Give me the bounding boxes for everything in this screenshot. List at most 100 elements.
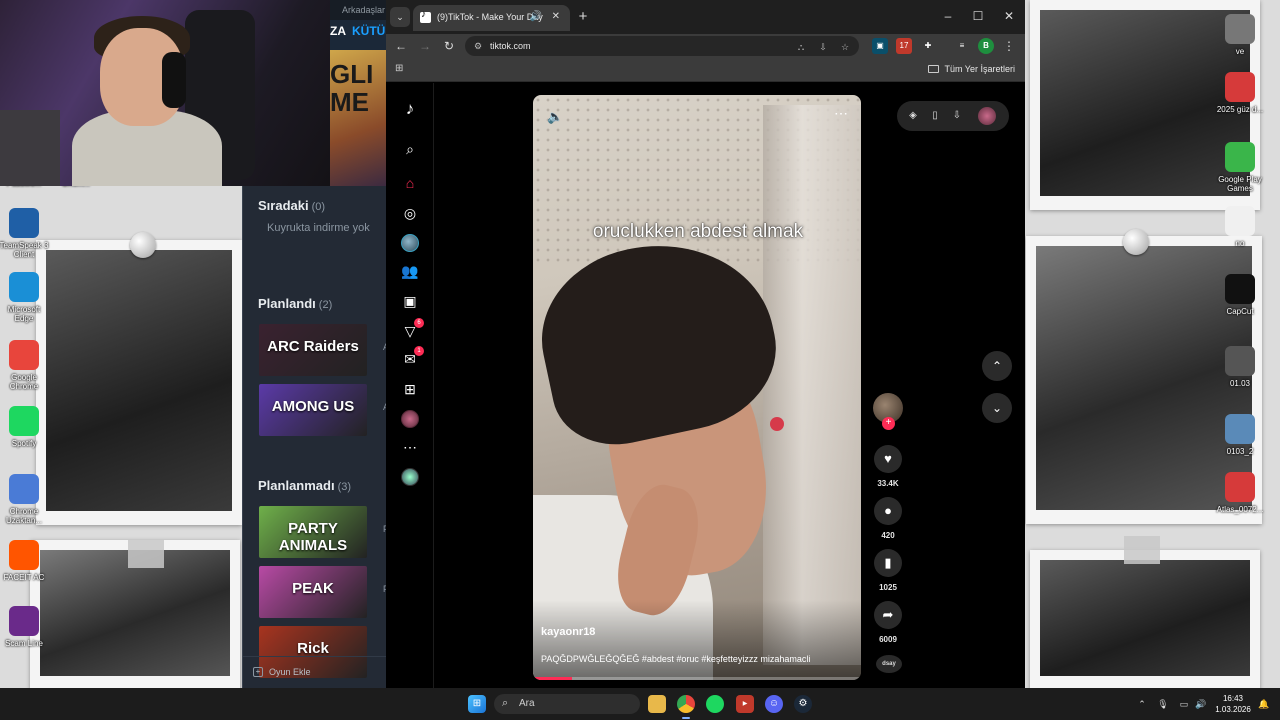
tray-overflow-icon[interactable]: ⌃ [1136,698,1148,710]
previous-video-button[interactable]: ⌃ [982,351,1012,381]
install-app-icon[interactable]: ⇩ [817,41,829,53]
desktop-shortcut[interactable]: CapCut [1214,274,1266,316]
forward-button[interactable]: → [417,38,433,54]
share-button[interactable]: ➦ [874,601,902,629]
home-icon[interactable]: ⌂ [400,173,420,193]
plus-icon: + [253,667,263,677]
bookmark-star-icon[interactable]: ☆ [839,41,851,53]
add-game-button[interactable]: + Oyun Ekle [243,656,386,688]
speaker-icon[interactable]: 🔊 [530,11,542,22]
game-tile[interactable]: PARTY ANIMALS [259,506,367,558]
desktop-shortcut[interactable]: Google Play Games [1214,142,1266,193]
spotify-icon[interactable] [706,695,724,713]
game-title: PARTY ANIMALS [278,520,348,554]
minimize-button[interactable]: – [940,9,956,24]
game-tile[interactable]: ARC Raiders [259,324,367,376]
desktop-shortcut[interactable]: 01.03 [1214,346,1266,388]
game-tile[interactable]: AMONG US [259,384,367,436]
maximize-button[interactable]: ☐ [970,9,986,24]
new-tab-button[interactable]: + [574,8,592,25]
browser-tab-tiktok[interactable]: (9)TikTok - Make Your Day 🔊 ✕ [413,5,570,31]
desktop-shortcut[interactable]: Google Chrome [0,340,50,391]
steam-tab-friends[interactable]: Arkadaşlar [330,0,386,20]
music-app-icon[interactable]: ▶ [736,695,754,713]
steam-nav-library[interactable]: KÜTÜ [352,24,385,38]
comment-button[interactable]: ● [874,497,902,525]
site-info-icon[interactable]: ⚙ [474,41,484,51]
explore-compass-icon[interactable]: ◎ [400,203,420,223]
close-window-button[interactable]: ✕ [1001,9,1017,24]
extension-icon[interactable]: ▣ [872,38,888,54]
download-icon[interactable]: ⇩ [950,109,964,123]
desktop-shortcut[interactable]: TeamSpeak 3 Client [0,208,50,259]
shortcut-label: FACEIT AC [3,573,45,582]
address-bar[interactable]: ⚙ tiktok.com ⛬ ⇩ ☆ [465,36,859,56]
reading-list-icon[interactable]: ≡ [954,38,970,54]
messages-badge: 1 [414,346,424,356]
chrome-taskbar-icon[interactable] [677,695,695,713]
video-author[interactable]: kayaonr18 [541,626,595,638]
desktop-shortcut[interactable]: FACEIT AC [0,540,50,582]
volume-icon[interactable]: 🔊 [1195,698,1207,710]
taskbar-search[interactable]: ⌕ Ara [494,694,640,714]
search-icon[interactable]: ⌕ [400,139,420,159]
steam-nav-store[interactable]: ZA [330,24,346,38]
more-icon[interactable]: ⋯ [400,437,420,457]
desktop-shortcut[interactable]: 2025 güz d... [1214,72,1266,114]
follow-button[interactable]: + [882,417,895,430]
activity-icon[interactable]: ▽ 6 [400,318,424,341]
desktop-shortcut[interactable]: Scam Line [0,606,50,648]
browser-menu-icon[interactable]: ⋮ [1003,38,1015,54]
profile-avatar[interactable] [401,410,419,428]
upload-icon[interactable]: ⊞ [400,379,420,399]
device-icon[interactable]: ▯ [928,109,942,123]
friends-icon[interactable]: 👥 [400,261,420,281]
video-progress-bar[interactable] [533,677,861,680]
suggested-account-avatar[interactable] [401,468,419,486]
back-button[interactable]: ← [393,38,409,54]
following-avatar[interactable] [401,234,419,252]
close-tab-icon[interactable]: ✕ [552,11,560,22]
start-windows-icon[interactable]: ⊞ [468,695,486,713]
discord-icon[interactable]: ☺ [765,695,783,713]
next-video-button[interactable]: ⌄ [982,393,1012,423]
desktop-shortcut[interactable]: Spotify [0,406,50,448]
all-bookmarks-button[interactable]: Tüm Yer İşaretleri [928,64,1015,74]
app-icon [1225,14,1255,44]
profile-avatar[interactable]: B [978,38,994,54]
messages-icon[interactable]: ✉ 1 [400,346,424,369]
shortcut-label: 0103_2 [1226,447,1254,456]
bookmarks-bar: ⊞ Tüm Yer İşaretleri [386,58,1025,82]
tiktok-logo-icon[interactable]: ♪ [400,99,420,119]
save-button[interactable]: ▮ [874,549,902,577]
game-tile[interactable]: PEAK [259,566,367,618]
video-player[interactable]: 🔈 ⋯ oruclukken abdest almak kayaonr18 PA… [533,95,861,680]
like-button[interactable]: ♥ [874,445,902,473]
system-clock[interactable]: 16:43 1.03.2026 [1212,693,1254,715]
desktop-shortcut[interactable]: Microsoft Edge [0,272,50,323]
extensions-puzzle-icon[interactable]: ✚ [920,38,936,54]
sound-disc[interactable]: dsay [876,655,902,673]
extension-calendar-icon[interactable]: 17 [896,38,912,54]
desktop-shortcut[interactable]: Chrome Uzaktan... [0,474,50,525]
desktop-shortcut[interactable]: no [1214,206,1266,248]
notification-icon[interactable]: 🔔 [1258,698,1270,710]
mute-icon[interactable]: 🔈 [547,109,563,125]
reload-button[interactable]: ↻ [441,38,457,54]
file-explorer-icon[interactable] [648,695,666,713]
autoscroll-icon[interactable]: ◈ [906,109,920,123]
tab-search-button[interactable]: ⌄ [390,7,410,27]
app-icon [1225,142,1255,172]
tiktok-page: ♪ ⌕ ⌂ ◎ 👥 ▣ ▽ 6 ✉ 1 ⊞ ⋯ 🔈 ⋯ oruclukken a… [386,83,1025,688]
microphone-icon[interactable]: 🎙 [1157,698,1169,710]
live-tv-icon[interactable]: ▣ [400,291,420,311]
desktop-shortcut[interactable]: ve [1214,14,1266,56]
video-more-icon[interactable]: ⋯ [834,105,849,122]
desktop-shortcut[interactable]: Atlas_0072... [1214,472,1266,514]
desktop-shortcut[interactable]: 0103_2 [1214,414,1266,456]
apps-grid-icon[interactable]: ⊞ [395,64,405,74]
translate-icon[interactable]: ⛬ [795,41,807,53]
user-avatar[interactable] [978,107,996,125]
steam-icon[interactable]: ⚙ [794,695,812,713]
network-icon[interactable]: ▭ [1178,698,1190,710]
